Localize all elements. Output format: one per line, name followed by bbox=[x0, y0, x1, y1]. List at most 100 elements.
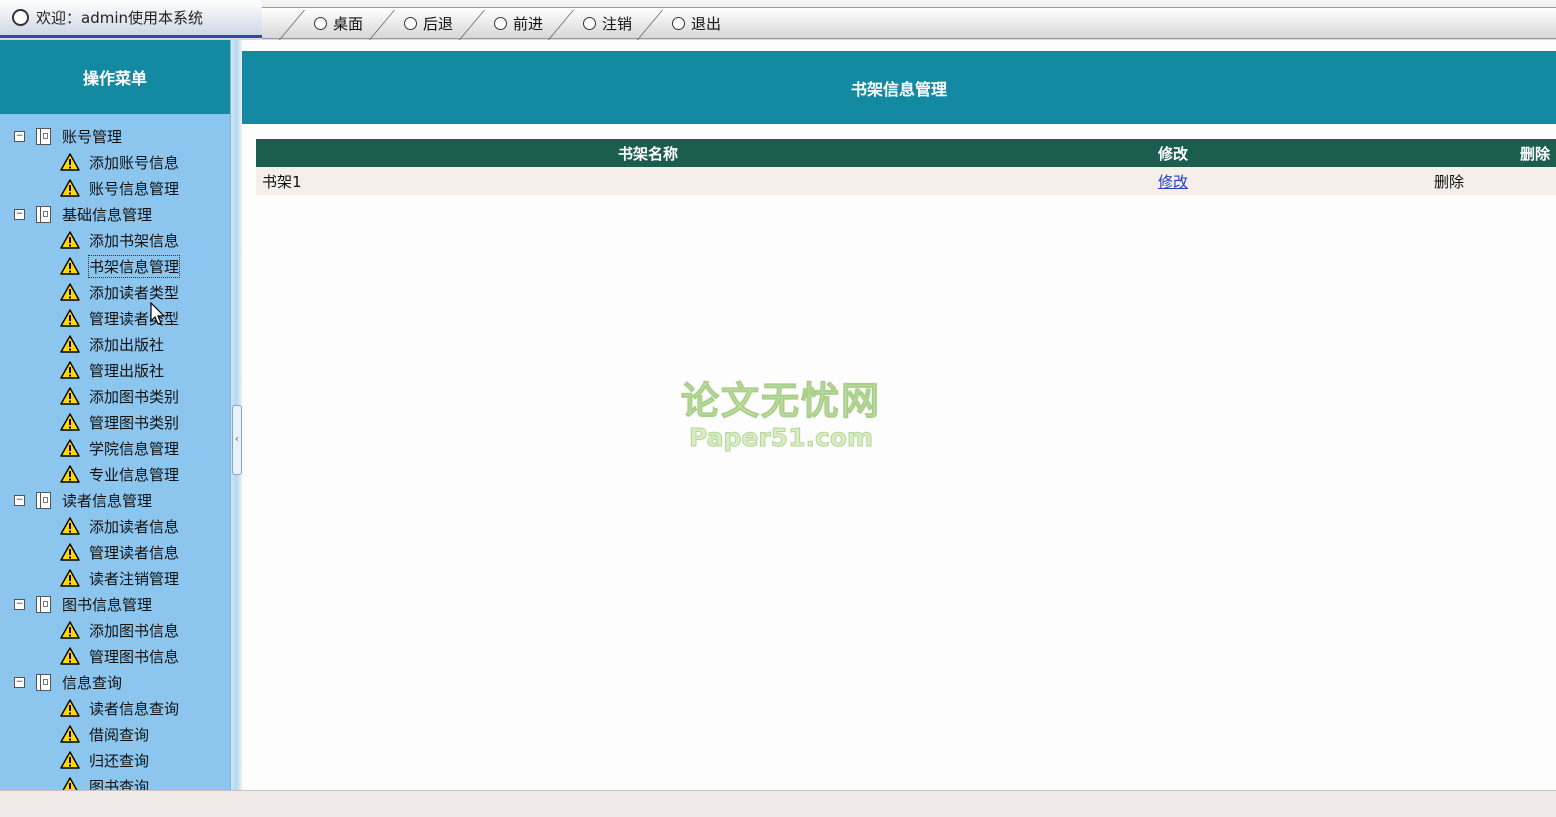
collapse-sidebar-handle[interactable]: ‹ bbox=[232, 405, 242, 475]
menu-item[interactable]: 书架信息管理 bbox=[0, 253, 230, 279]
nav-forward-button[interactable]: 前进 bbox=[494, 8, 543, 38]
menu-item-label[interactable]: 管理读者类型 bbox=[89, 308, 179, 329]
warning-icon bbox=[60, 751, 80, 769]
nav-separator bbox=[547, 10, 574, 40]
warning-icon bbox=[60, 543, 80, 561]
collapse-minus-icon[interactable]: − bbox=[14, 130, 25, 142]
menu-item-label[interactable]: 添加图书信息 bbox=[89, 620, 179, 641]
menu-item[interactable]: 管理出版社 bbox=[0, 357, 230, 383]
shelf-table: 书架名称 修改 删除 书架1 修改 删除 bbox=[256, 139, 1556, 195]
menu-item-label[interactable]: 添加读者信息 bbox=[89, 516, 179, 537]
warning-icon bbox=[60, 387, 80, 405]
menu-item[interactable]: 管理读者类型 bbox=[0, 305, 230, 331]
menu-item[interactable]: 添加书架信息 bbox=[0, 227, 230, 253]
warning-icon bbox=[60, 725, 80, 743]
nav-label: 注销 bbox=[602, 14, 633, 33]
menu-item[interactable]: 借阅查询 bbox=[0, 721, 230, 747]
menu-item[interactable]: 读者注销管理 bbox=[0, 565, 230, 591]
main-content: 书架信息管理 书架名称 修改 删除 书架1 修改 删除 论文无忧网 Paper5… bbox=[242, 40, 1556, 790]
column-header-name: 书架名称 bbox=[256, 139, 1040, 167]
menu-item[interactable]: 学院信息管理 bbox=[0, 435, 230, 461]
menu-item[interactable]: 管理图书类别 bbox=[0, 409, 230, 435]
menu-group[interactable]: − 基础信息管理 bbox=[0, 201, 230, 227]
collapse-minus-icon[interactable]: − bbox=[14, 494, 25, 506]
watermark: 论文无忧网 Paper51.com bbox=[676, 370, 886, 453]
nav-separator bbox=[278, 10, 305, 40]
circle-icon bbox=[12, 9, 29, 26]
menu-item[interactable]: 图书查询 bbox=[0, 773, 230, 790]
menu-group-label: 读者信息管理 bbox=[62, 491, 153, 510]
table-row: 书架1 修改 删除 bbox=[256, 167, 1556, 195]
warning-icon bbox=[60, 517, 80, 535]
nav-desktop-button[interactable]: 桌面 bbox=[314, 8, 363, 38]
book-icon bbox=[36, 127, 51, 145]
menu-item[interactable]: 添加读者类型 bbox=[0, 279, 230, 305]
welcome-banner: 欢迎：admin使用本系统 bbox=[0, 0, 262, 38]
edit-link[interactable]: 修改 bbox=[1158, 173, 1188, 191]
menu-item-label[interactable]: 管理读者信息 bbox=[89, 542, 179, 563]
menu-group-label: 信息查询 bbox=[62, 673, 123, 692]
menu-item-label[interactable]: 专业信息管理 bbox=[89, 464, 179, 485]
warning-icon bbox=[60, 569, 80, 587]
menu-item-label[interactable]: 管理图书类别 bbox=[89, 412, 179, 433]
menu-item-label[interactable]: 借阅查询 bbox=[89, 724, 149, 745]
menu-item-label[interactable]: 添加账号信息 bbox=[89, 152, 179, 173]
menu-item[interactable]: 添加出版社 bbox=[0, 331, 230, 357]
menu-item-label[interactable]: 管理出版社 bbox=[89, 360, 164, 381]
warning-icon bbox=[60, 179, 80, 197]
menu-item[interactable]: 添加读者信息 bbox=[0, 513, 230, 539]
delete-link[interactable]: 删除 bbox=[1424, 167, 1556, 195]
menu-item[interactable]: 添加账号信息 bbox=[0, 149, 230, 175]
nav-back-button[interactable]: 后退 bbox=[404, 8, 453, 38]
shelf-name-cell: 书架1 bbox=[256, 167, 1040, 195]
menu-item[interactable]: 账号信息管理 bbox=[0, 175, 230, 201]
menu-item-label[interactable]: 添加读者类型 bbox=[89, 282, 179, 303]
menu-item-label[interactable]: 图书查询 bbox=[89, 776, 149, 791]
top-bar: 欢迎：admin使用本系统 桌面 后退 前进 注销 退出 bbox=[0, 0, 1556, 41]
menu-item[interactable]: 专业信息管理 bbox=[0, 461, 230, 487]
menu-item-label[interactable]: 书架信息管理 bbox=[87, 254, 181, 278]
nav-logout-button[interactable]: 注销 bbox=[583, 8, 632, 38]
circle-icon bbox=[583, 16, 596, 30]
menu-item-label[interactable]: 管理图书信息 bbox=[89, 646, 179, 667]
menu-group[interactable]: − 信息查询 bbox=[0, 669, 230, 695]
menu-group-label: 图书信息管理 bbox=[62, 595, 153, 614]
warning-icon bbox=[60, 231, 80, 249]
menu-group[interactable]: − 账号管理 bbox=[0, 123, 230, 149]
menu-item[interactable]: 读者信息查询 bbox=[0, 695, 230, 721]
menu-group-label: 账号管理 bbox=[62, 127, 123, 146]
warning-icon bbox=[60, 699, 80, 717]
menu-item-label[interactable]: 读者信息查询 bbox=[89, 698, 179, 719]
menu-group[interactable]: − 图书信息管理 bbox=[0, 591, 230, 617]
menu-item-label[interactable]: 学院信息管理 bbox=[89, 438, 179, 459]
warning-icon bbox=[60, 647, 80, 665]
menu-item-label[interactable]: 添加图书类别 bbox=[89, 386, 179, 407]
circle-icon bbox=[672, 16, 685, 30]
warning-icon bbox=[60, 621, 80, 639]
book-icon bbox=[36, 595, 51, 613]
watermark-cn: 论文无忧网 bbox=[680, 379, 881, 424]
menu-item[interactable]: 添加图书信息 bbox=[0, 617, 230, 643]
sidebar-splitter[interactable]: ‹ bbox=[230, 40, 242, 790]
nav-exit-button[interactable]: 退出 bbox=[672, 8, 721, 38]
book-icon bbox=[36, 673, 51, 691]
menu-item[interactable]: 管理图书信息 bbox=[0, 643, 230, 669]
book-icon bbox=[36, 205, 51, 223]
menu-item-label[interactable]: 读者注销管理 bbox=[89, 568, 179, 589]
warning-icon bbox=[60, 465, 80, 483]
menu-group[interactable]: − 读者信息管理 bbox=[0, 487, 230, 513]
menu-item[interactable]: 添加图书类别 bbox=[0, 383, 230, 409]
menu-item-label[interactable]: 账号信息管理 bbox=[89, 178, 179, 199]
warning-icon bbox=[60, 361, 80, 379]
warning-icon bbox=[60, 335, 80, 353]
collapse-minus-icon[interactable]: − bbox=[14, 676, 25, 688]
warning-icon bbox=[60, 439, 80, 457]
menu-item-label[interactable]: 添加出版社 bbox=[89, 334, 164, 355]
menu-item[interactable]: 归还查询 bbox=[0, 747, 230, 773]
collapse-minus-icon[interactable]: − bbox=[14, 598, 25, 610]
menu-item[interactable]: 管理读者信息 bbox=[0, 539, 230, 565]
collapse-minus-icon[interactable]: − bbox=[14, 208, 25, 220]
column-header-delete: 删除 bbox=[1424, 139, 1556, 167]
menu-item-label[interactable]: 添加书架信息 bbox=[89, 230, 179, 251]
menu-item-label[interactable]: 归还查询 bbox=[89, 750, 149, 771]
